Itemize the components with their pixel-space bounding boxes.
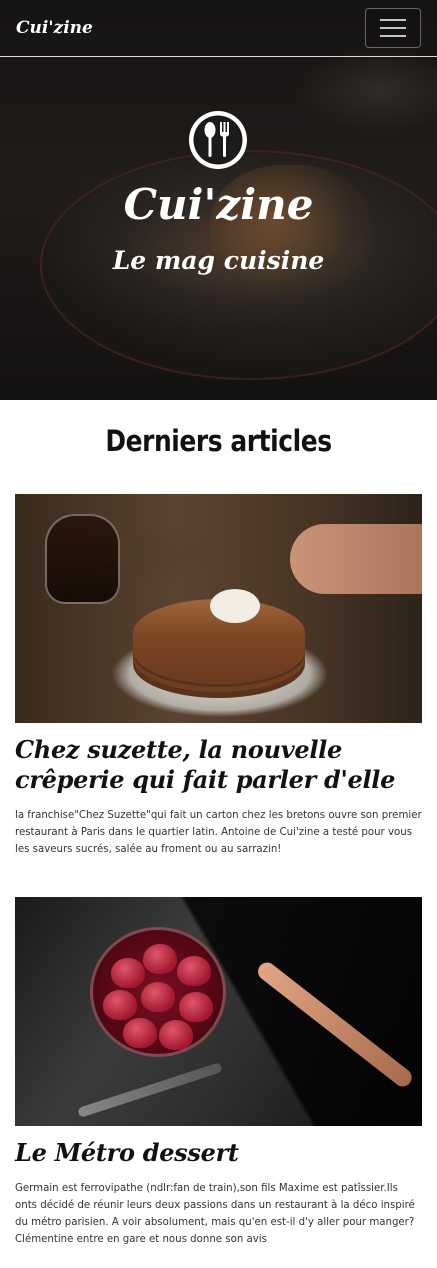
hero-banner: Cui'zine Cui'zine Le mag cuisine	[0, 0, 437, 400]
strawberry-graphic	[143, 944, 177, 974]
hamburger-menu-button[interactable]	[365, 8, 421, 48]
article-summary: Germain est ferrovipathe (ndlr:fan de tr…	[15, 1183, 415, 1245]
strawberry-graphic	[177, 956, 211, 986]
hero-title: Cui'zine	[123, 180, 314, 229]
article-image[interactable]	[15, 494, 422, 723]
article-image[interactable]	[15, 897, 422, 1126]
article-title[interactable]: Le Métro dessert	[15, 1138, 422, 1168]
section-title: Derniers articles	[105, 424, 332, 458]
hero-subtitle: Le mag cuisine	[112, 246, 325, 275]
hand-graphic	[290, 524, 422, 594]
strawberry-graphic	[141, 982, 175, 1012]
strawberry-bowl-graphic	[90, 927, 226, 1057]
hamburger-menu-icon	[380, 19, 406, 21]
article-title[interactable]: Chez suzette, la nouvelle crêperie qui f…	[15, 735, 422, 795]
brand-link[interactable]: Cui'zine	[16, 18, 93, 38]
syrup-bottle-graphic	[45, 514, 120, 604]
strawberry-graphic	[179, 992, 213, 1022]
hamburger-menu-icon	[380, 35, 406, 37]
navbar: Cui'zine	[0, 0, 437, 57]
hamburger-menu-icon	[380, 27, 406, 29]
article-card: Chez suzette, la nouvelle crêperie qui f…	[15, 494, 422, 858]
strawberry-graphic	[123, 1018, 157, 1048]
strawberry-graphic	[103, 990, 137, 1020]
cream-graphic	[210, 589, 260, 623]
article-card: Le Métro dessert Germain est ferrovipath…	[15, 897, 422, 1248]
strawberry-graphic	[111, 958, 145, 988]
article-summary: la franchise"Chez Suzette"qui fait un ca…	[15, 810, 422, 855]
strawberry-graphic	[159, 1020, 193, 1050]
spoon-fork-icon	[189, 111, 247, 169]
